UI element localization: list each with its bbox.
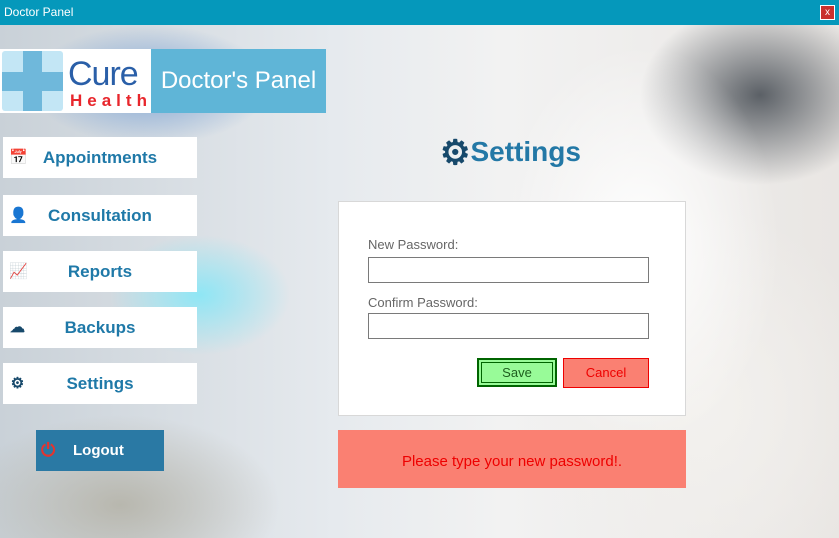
window-title: Doctor Panel [4, 5, 74, 19]
close-button[interactable]: x [820, 5, 835, 20]
nav-label: Consultation [48, 206, 152, 225]
cure-health-logo: Cure Health [0, 49, 151, 113]
confirm-password-input[interactable] [368, 313, 649, 339]
doctor-icon: 👤 [9, 207, 28, 224]
nav-backups[interactable]: ☁ Backups [3, 307, 197, 348]
settings-form: New Password: Confirm Password: Save Can… [338, 201, 686, 416]
power-icon: ⏻ [41, 440, 56, 460]
save-button[interactable]: Save [477, 358, 557, 387]
confirm-password-label: Confirm Password: [368, 295, 478, 310]
nav-consultation[interactable]: 👤 Consultation [3, 195, 197, 236]
nav-label: Settings [66, 374, 134, 393]
new-password-label: New Password: [368, 237, 459, 252]
gear-icon: ⚙ [440, 134, 471, 172]
logout-label: Logout [73, 442, 124, 459]
logout-button[interactable]: ⏻ Logout [36, 430, 164, 471]
nav-label: Backups [64, 318, 136, 337]
status-message: Please type your new password!. [338, 430, 686, 488]
nav-label: Appointments [42, 148, 158, 167]
logo-text-cure: Cure [68, 55, 139, 93]
cloud-download-icon: ☁ [10, 319, 25, 336]
gear-icon: ⚙ [10, 375, 25, 392]
cancel-button[interactable]: Cancel [563, 358, 649, 388]
logo-text-health: Health [70, 91, 152, 110]
nav-appointments[interactable]: 📅 Appointments [3, 137, 197, 178]
medical-cross-icon [2, 51, 63, 111]
chart-line-icon: 📈 [9, 263, 28, 280]
page-title: ⚙Settings [440, 133, 581, 173]
nav-settings[interactable]: ⚙ Settings [3, 363, 197, 404]
nav-label: Reports [67, 262, 133, 281]
nav-reports[interactable]: 📈 Reports [3, 251, 197, 292]
title-bar: Doctor Panel x [0, 0, 839, 25]
calendar-check-icon: 📅 [9, 149, 28, 166]
page-title-text: Settings [470, 136, 581, 167]
new-password-input[interactable] [368, 257, 649, 283]
panel-title: Doctor's Panel [151, 49, 326, 113]
